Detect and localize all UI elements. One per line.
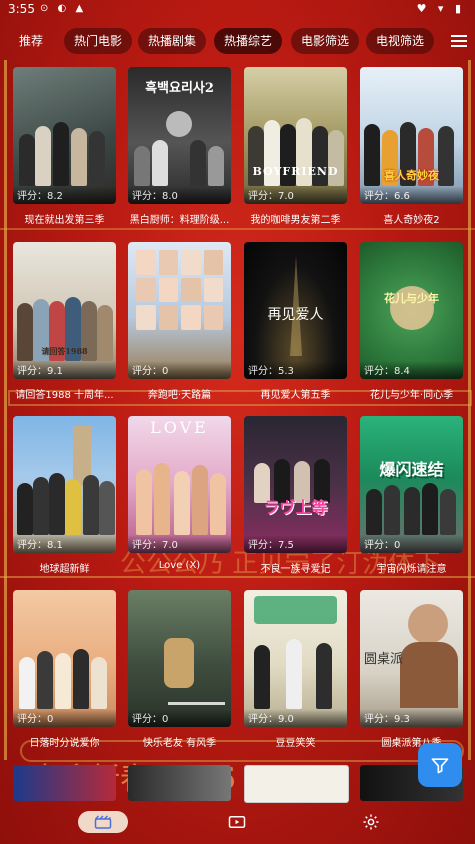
status-system-icons: ♥ ▾ ▮: [416, 2, 465, 15]
next-row-poster[interactable]: [244, 765, 349, 803]
category-tabs: 推荐 热门电影 热播剧集 热播综艺 电影筛选 电视筛选: [0, 28, 475, 56]
score-label: 评分：7.0: [248, 191, 294, 202]
score-label: 评分：0: [17, 714, 54, 725]
status-time: 3:55: [8, 2, 35, 16]
card-title: 我的咖啡男友第二季: [250, 215, 341, 226]
score-label: 评分：9.3: [364, 714, 410, 725]
tab-hot-series[interactable]: 热播剧集: [138, 28, 207, 54]
poster-title-text: 再见爱人: [267, 307, 324, 323]
list-item[interactable]: 爆闪速结 评分：0 宇宙闪烁请注意: [360, 416, 463, 575]
play-tv-icon: [228, 816, 246, 828]
tab-recommend[interactable]: 推荐: [16, 28, 46, 54]
next-row-poster[interactable]: [128, 765, 231, 801]
card-title: 地球超新鲜: [39, 564, 90, 575]
nav-live-button[interactable]: [228, 811, 246, 833]
filter-button[interactable]: [418, 743, 462, 787]
menu-icon[interactable]: [451, 32, 467, 50]
poster-title-text: 喜人奇妙夜: [384, 169, 439, 182]
score-label: 评分：5.3: [248, 366, 294, 377]
poster-title-text: ラヴ上等: [263, 498, 328, 517]
score-label: 评分：0: [132, 366, 169, 377]
score-label: 评分：0: [132, 714, 169, 725]
list-item[interactable]: 评分：0 快乐老友 有风季: [128, 590, 231, 749]
score-label: 评分：0: [364, 540, 401, 551]
tab-hot-movies[interactable]: 热门电影: [64, 28, 133, 54]
list-item[interactable]: ラヴ上等 评分：7.5 不良一族寻爱记: [244, 416, 347, 575]
poster[interactable]: 请回答1988 评分：9.1: [13, 242, 116, 379]
card-title: 现在就出发第三季: [24, 215, 105, 226]
card-title: 花儿与少年·同心季: [369, 390, 454, 401]
poster[interactable]: 喜人奇妙夜 评分：6.6: [360, 67, 463, 204]
list-item[interactable]: 评分：8.2 现在就出发第三季: [13, 67, 116, 226]
nav-home-button[interactable]: [78, 811, 128, 833]
poster[interactable]: 评分：9.0: [244, 590, 347, 727]
poster[interactable]: 评分：0: [13, 590, 116, 727]
poster[interactable]: 评分：8.2: [13, 67, 116, 204]
card-title: 再见爱人第五季: [260, 390, 331, 401]
score-label: 评分：9.1: [17, 366, 63, 377]
score-label: 评分：8.0: [132, 191, 178, 202]
poster-title-text: 圆桌派: [364, 652, 404, 667]
nav-settings-button[interactable]: [362, 811, 380, 833]
list-item[interactable]: LOVE 评分：7.0 Love (X): [128, 416, 231, 571]
card-title: 不良一族寻爱记: [260, 564, 331, 575]
card-title: Love (X): [158, 560, 201, 571]
list-item[interactable]: 흑백요리사2 评分：8.0 黑白厨师：料理阶级...: [128, 67, 231, 226]
poster[interactable]: 评分：0: [128, 590, 231, 727]
poster[interactable]: 评分：8.1: [13, 416, 116, 553]
score-label: 评分：9.0: [248, 714, 294, 725]
list-item[interactable]: 喜人奇妙夜 评分：6.6 喜人奇妙夜2: [360, 67, 463, 226]
card-title: 日落时分说爱你: [29, 738, 100, 749]
poster[interactable]: BOYFRIEND 评分：7.0: [244, 67, 347, 204]
clapperboard-icon: [94, 815, 112, 829]
next-row-poster[interactable]: [13, 765, 116, 801]
list-item[interactable]: 请回答1988 评分：9.1 请回答1988 十周年...: [13, 242, 116, 401]
status-notification-icons: ⊙ ◐ ▲: [40, 3, 87, 14]
score-label: 评分：8.1: [17, 540, 63, 551]
card-title: 黑白厨师：料理阶级...: [129, 215, 230, 226]
score-label: 评分：7.5: [248, 540, 294, 551]
score-label: 评分：6.6: [364, 191, 410, 202]
poster[interactable]: 花儿与少年 评分：8.4: [360, 242, 463, 379]
status-bar: 3:55 ⊙ ◐ ▲ ♥ ▾ ▮: [0, 0, 475, 20]
tab-hot-variety[interactable]: 热播综艺: [214, 28, 283, 54]
list-item[interactable]: 花儿与少年 评分：8.4 花儿与少年·同心季: [360, 242, 463, 401]
card-title: 奔跑吧·天路篇: [147, 390, 212, 401]
poster-title-text: LOVE: [150, 418, 209, 437]
card-title: 喜人奇妙夜2: [383, 215, 440, 226]
filter-icon: [431, 758, 449, 774]
score-label: 评分：8.2: [17, 191, 63, 202]
poster[interactable]: LOVE 评分：7.0: [128, 416, 231, 553]
poster-title-text: 花儿与少年: [384, 292, 439, 305]
poster[interactable]: 圆桌派 评分：9.3: [360, 590, 463, 727]
list-item[interactable]: 评分：9.0 豆豆笑笑: [244, 590, 347, 749]
list-item[interactable]: BOYFRIEND 评分：7.0 我的咖啡男友第二季: [244, 67, 347, 226]
list-item[interactable]: 再见爱人 评分：5.3 再见爱人第五季: [244, 242, 347, 401]
poster[interactable]: 爆闪速结 评分：0: [360, 416, 463, 553]
poster[interactable]: 再见爱人 评分：5.3: [244, 242, 347, 379]
poster[interactable]: 흑백요리사2 评分：8.0: [128, 67, 231, 204]
card-title: 快乐老友 有风季: [142, 738, 217, 749]
poster-title-text: 흑백요리사2: [145, 81, 214, 96]
poster-title-text: 请回答1988: [41, 346, 88, 356]
poster-title-text: BOYFRIEND: [252, 165, 339, 178]
poster[interactable]: 评分：0: [128, 242, 231, 379]
bottom-navigation: [0, 802, 475, 844]
list-item[interactable]: 圆桌派 评分：9.3 圆桌派第八季: [360, 590, 463, 749]
list-item[interactable]: 评分：8.1 地球超新鲜: [13, 416, 116, 575]
score-label: 评分：7.0: [132, 540, 178, 551]
card-title: 请回答1988 十周年...: [15, 390, 114, 401]
card-title: 宇宙闪烁请注意: [376, 564, 447, 575]
tab-movie-filter[interactable]: 电影筛选: [291, 28, 360, 54]
settings-gear-icon: [363, 814, 379, 830]
score-label: 评分：8.4: [364, 366, 410, 377]
list-item[interactable]: 评分：0 奔跑吧·天路篇: [128, 242, 231, 401]
poster[interactable]: ラヴ上等 评分：7.5: [244, 416, 347, 553]
list-item[interactable]: 评分：0 日落时分说爱你: [13, 590, 116, 749]
card-title: 豆豆笑笑: [275, 738, 316, 749]
tab-tv-filter[interactable]: 电视筛选: [366, 28, 435, 54]
